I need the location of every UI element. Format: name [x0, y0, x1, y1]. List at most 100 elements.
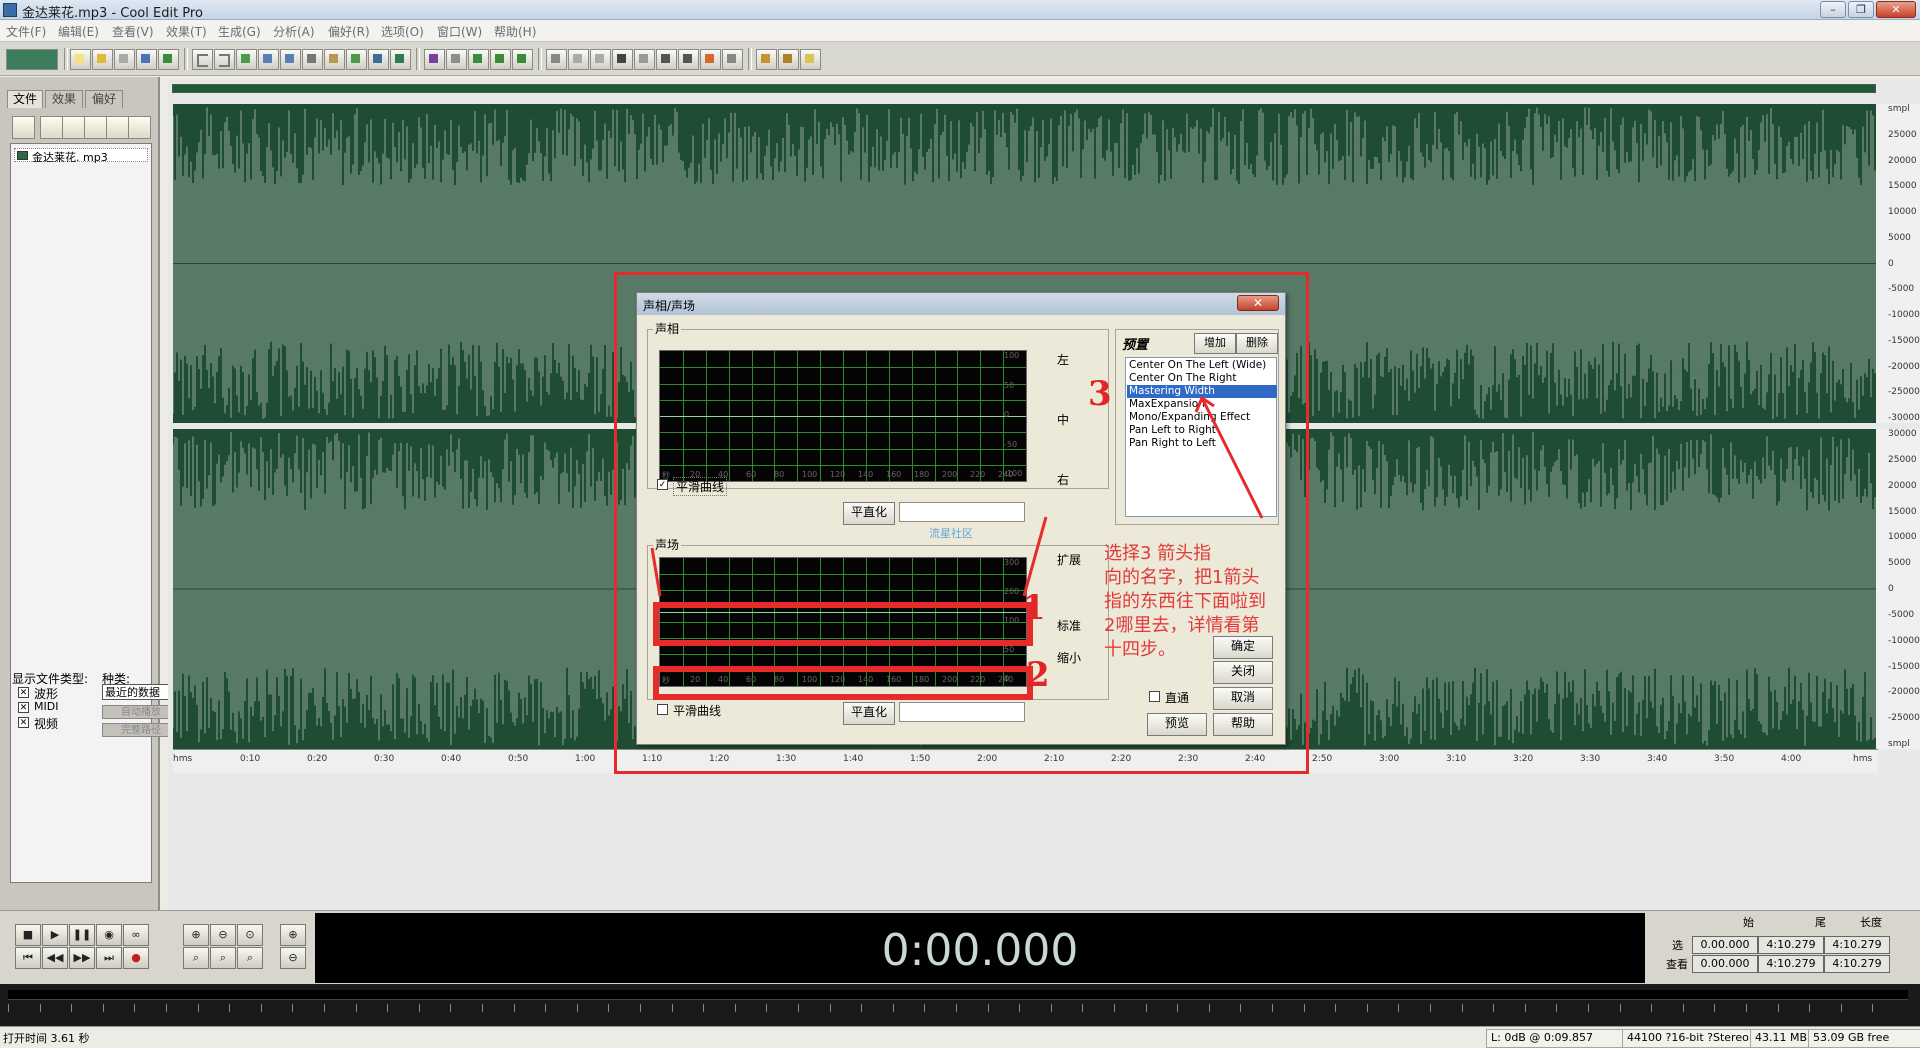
meter-tick	[482, 1004, 483, 1012]
view-begin-field[interactable]: 0.00.000	[1692, 955, 1758, 973]
meter-tick	[1840, 1004, 1842, 1012]
meter-tick	[1430, 1004, 1431, 1012]
zoom-out-vertical-icon[interactable]: ⊖	[280, 947, 306, 969]
transport-bar: ■ ▶ ❚❚ ◉ ∞ ⏮ ◀◀ ▶▶ ⏭ ● ⊕ ⊖ ⊙ ⊕ ⌕ ⌕ ⌕ ⊖ 0…	[0, 910, 1920, 984]
meter-tick	[892, 1004, 894, 1012]
view-length-field[interactable]: 4:10.279	[1824, 955, 1890, 973]
meter-tick	[8, 1004, 9, 1012]
meter-tick	[829, 1004, 831, 1012]
meter-tick	[766, 1004, 768, 1012]
meter-tick	[671, 1004, 673, 1012]
meter-tick	[1145, 1004, 1147, 1012]
meter-tick	[640, 1004, 641, 1012]
meter-tick	[1240, 1004, 1242, 1012]
loop-button[interactable]: ∞	[123, 924, 149, 946]
meter-tick	[1335, 1004, 1337, 1012]
view-end-field[interactable]: 4:10.279	[1758, 955, 1824, 973]
annotation-text: 选择3 箭头指 向的名字，把1箭头 指的东西往下面啦到 2哪里去，详情看第 十四…	[1104, 542, 1304, 662]
meter-tick	[987, 1004, 989, 1012]
meter-tick	[608, 1004, 610, 1012]
begin-header: 始	[1743, 916, 1754, 929]
free-space-status: 53.09 GB free	[1808, 1029, 1920, 1048]
selection-length-field[interactable]: 4:10.279	[1824, 936, 1890, 954]
meter-tick	[1050, 1004, 1052, 1012]
size-status: 43.11 MB	[1750, 1029, 1812, 1048]
zoom-in-vertical-icon[interactable]: ⊕	[280, 924, 306, 946]
status-bar: 打开时间 3.61 秒 L: 0dB @ 0:09.857 44100 ?16-…	[0, 1026, 1920, 1048]
meter-tick	[1619, 1004, 1621, 1012]
meter-tick	[1208, 1004, 1210, 1012]
meter-tick	[39, 1004, 41, 1012]
meter-tick	[450, 1004, 452, 1012]
annotation-line: 选择3 箭头指	[1104, 543, 1212, 564]
meter-tick	[1177, 1004, 1179, 1012]
stop-button[interactable]: ■	[15, 924, 41, 946]
go-to-end-button[interactable]: ⏭	[96, 947, 122, 969]
meter-tick	[71, 1004, 73, 1012]
annotation-line: 十四步。	[1104, 639, 1176, 660]
meter-tick	[1714, 1004, 1716, 1012]
meter-tick	[1493, 1004, 1495, 1012]
selection-end-field[interactable]: 4:10.279	[1758, 936, 1824, 954]
rewind-button[interactable]: ◀◀	[42, 947, 68, 969]
meter-tick	[102, 1004, 104, 1012]
meter-tick	[734, 1004, 736, 1012]
fast-forward-button[interactable]: ▶▶	[69, 947, 95, 969]
meter-tick	[861, 1004, 863, 1012]
zoom-out-horizontal-icon[interactable]: ⊖	[210, 924, 236, 946]
meter-tick	[1114, 1004, 1115, 1012]
meter-tick	[1651, 1004, 1653, 1012]
meter-tick	[1746, 1004, 1747, 1012]
current-time: 0:00.000	[881, 925, 1079, 976]
zoom-full-icon[interactable]: ⊙	[237, 924, 263, 946]
meter-tick	[324, 1004, 325, 1012]
meter-tick	[1272, 1004, 1273, 1012]
meter-tick	[576, 1004, 578, 1012]
meter-tick	[513, 1004, 515, 1012]
meter-tick	[1398, 1004, 1400, 1012]
zoom-right-icon[interactable]: ⌕	[210, 947, 236, 969]
meter-tick	[1461, 1004, 1463, 1012]
meter-tick	[418, 1004, 420, 1012]
arrow-to-box-1	[1022, 516, 1048, 597]
meter-tick	[1524, 1004, 1526, 1012]
meter-bar	[8, 990, 1908, 1000]
meter-tick	[798, 1004, 799, 1012]
annotation-line: 指的东西往下面啦到	[1104, 591, 1266, 612]
meter-scale	[8, 1004, 1908, 1020]
time-display: 0:00.000	[315, 913, 1645, 983]
meter-tick	[197, 1004, 199, 1012]
meter-tick	[545, 1004, 547, 1012]
meter-tick	[924, 1004, 926, 1012]
go-to-start-button[interactable]: ⏮	[15, 947, 41, 969]
open-time-status: 打开时间 3.61 秒	[3, 1032, 90, 1045]
meter-tick	[1366, 1004, 1368, 1012]
meter-tick	[166, 1004, 167, 1012]
meter-tick	[956, 1004, 957, 1012]
zoom-selection-icon[interactable]: ⌕	[237, 947, 263, 969]
meter-tick	[260, 1004, 262, 1012]
annotation-line: 2哪里去，详情看第	[1104, 615, 1260, 636]
play-button[interactable]: ▶	[42, 924, 68, 946]
meter-tick	[1588, 1004, 1589, 1012]
meter-tick	[1682, 1004, 1684, 1012]
end-header: 尾	[1815, 916, 1826, 929]
view-row-label: 查看	[1666, 958, 1688, 971]
level-status: L: 0dB @ 0:09.857	[1486, 1029, 1626, 1048]
meter-tick	[292, 1004, 294, 1012]
selection-row-label: 选	[1672, 939, 1683, 952]
meter-tick	[134, 1004, 136, 1012]
pause-button[interactable]: ❚❚	[69, 924, 95, 946]
record-button[interactable]: ●	[123, 947, 149, 969]
meter-tick	[387, 1004, 389, 1012]
zoom-in-horizontal-icon[interactable]: ⊕	[183, 924, 209, 946]
selection-begin-field[interactable]: 0.00.000	[1692, 936, 1758, 954]
meter-tick	[355, 1004, 357, 1012]
meter-tick	[1019, 1004, 1021, 1012]
zoom-left-icon[interactable]: ⌕	[183, 947, 209, 969]
annotation-line: 向的名字，把1箭头	[1104, 567, 1260, 588]
play-to-end-button[interactable]: ◉	[96, 924, 122, 946]
arrow-to-preset	[1200, 397, 1264, 519]
meter-tick	[703, 1004, 705, 1012]
meter-tick	[1872, 1004, 1874, 1012]
